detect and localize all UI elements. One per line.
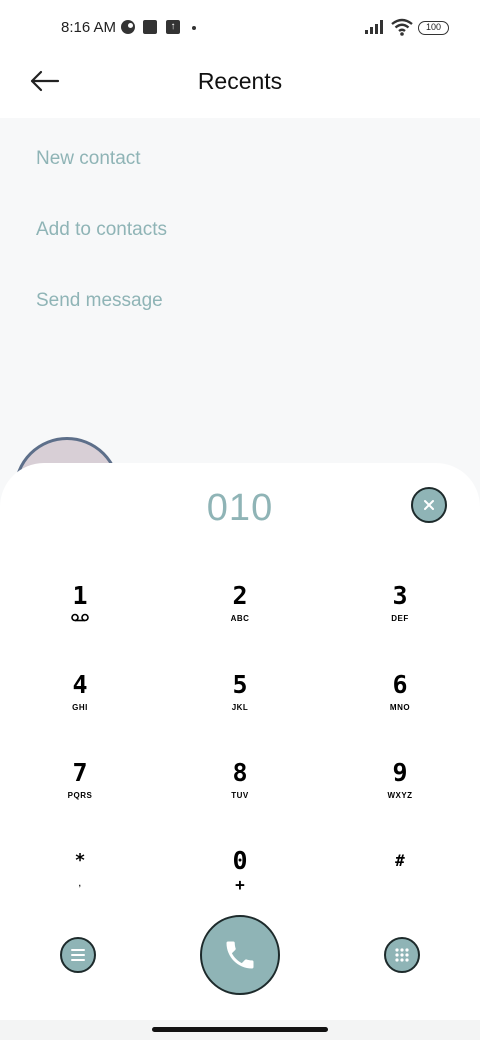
- key-digit: *: [74, 850, 86, 871]
- key-letters: ABC: [230, 614, 250, 623]
- menu-icon: [71, 949, 85, 961]
- key-2[interactable]: 2 ABC: [180, 580, 300, 650]
- phone-icon: [226, 941, 254, 969]
- key-digit: 7: [72, 758, 88, 787]
- key-digit: 8: [232, 758, 248, 787]
- key-digit: #: [395, 851, 405, 870]
- keypad-button[interactable]: [384, 937, 420, 973]
- key-hash[interactable]: #: [340, 845, 460, 915]
- clear-button[interactable]: [411, 487, 447, 523]
- wifi-icon: [391, 18, 413, 36]
- signal-icon: [365, 20, 383, 34]
- key-5[interactable]: 5 JKL: [180, 669, 300, 739]
- key-3[interactable]: 3 DEF: [340, 580, 460, 650]
- battery-icon: 100: [418, 21, 449, 35]
- key-digit: 4: [72, 670, 88, 699]
- key-digit: 1: [72, 581, 88, 610]
- key-digit: 9: [392, 758, 408, 787]
- header: Recents: [0, 56, 480, 118]
- key-digit: 2: [232, 581, 248, 610]
- upload-icon: ↑: [166, 20, 180, 34]
- key-letters: DEF: [391, 614, 409, 623]
- key-9[interactable]: 9 WXYZ: [340, 757, 460, 827]
- close-icon: [424, 500, 434, 510]
- add-to-contacts-action[interactable]: Add to contacts: [36, 219, 167, 241]
- dialpad-icon: [395, 948, 409, 962]
- key-4[interactable]: 4 GHI: [20, 669, 140, 739]
- key-7[interactable]: 7 PQRS: [20, 757, 140, 827]
- new-contact-action[interactable]: New contact: [36, 148, 141, 170]
- key-letters: ,: [78, 879, 82, 888]
- key-letters: MNO: [389, 703, 411, 712]
- key-letters: JKL: [231, 703, 249, 712]
- dialpad-sheet: 010 1 2 ABC 3 DEF 4 GHI 5 JKL 6 MNO 7 PQ…: [0, 463, 480, 1023]
- key-6[interactable]: 6 MNO: [340, 669, 460, 739]
- key-letters: +: [235, 875, 245, 894]
- dot-icon: [192, 26, 196, 30]
- notification-icon: [121, 20, 135, 34]
- dialed-number: 010: [206, 487, 274, 529]
- key-star[interactable]: * ,: [20, 845, 140, 915]
- key-8[interactable]: 8 TUV: [180, 757, 300, 827]
- key-letters: TUV: [231, 791, 249, 800]
- call-button[interactable]: [200, 915, 280, 995]
- key-digit: 3: [392, 581, 408, 610]
- key-letters: WXYZ: [387, 791, 413, 800]
- page-title: Recents: [197, 68, 283, 94]
- key-0[interactable]: 0 +: [180, 845, 300, 915]
- key-digit: 0: [232, 846, 248, 875]
- home-indicator[interactable]: [152, 1027, 328, 1032]
- status-time: 8:16 AM: [61, 19, 117, 36]
- square-icon: [143, 20, 157, 34]
- voicemail-icon: [71, 613, 89, 622]
- key-digit: 5: [232, 670, 248, 699]
- key-1[interactable]: 1: [20, 580, 140, 650]
- key-digit: 6: [392, 670, 408, 699]
- key-letters: PQRS: [67, 791, 93, 800]
- key-letters: GHI: [72, 703, 88, 712]
- status-bar: 8:16 AM ↑ 100: [0, 0, 480, 56]
- menu-button[interactable]: [60, 937, 96, 973]
- send-message-action[interactable]: Send message: [36, 290, 163, 312]
